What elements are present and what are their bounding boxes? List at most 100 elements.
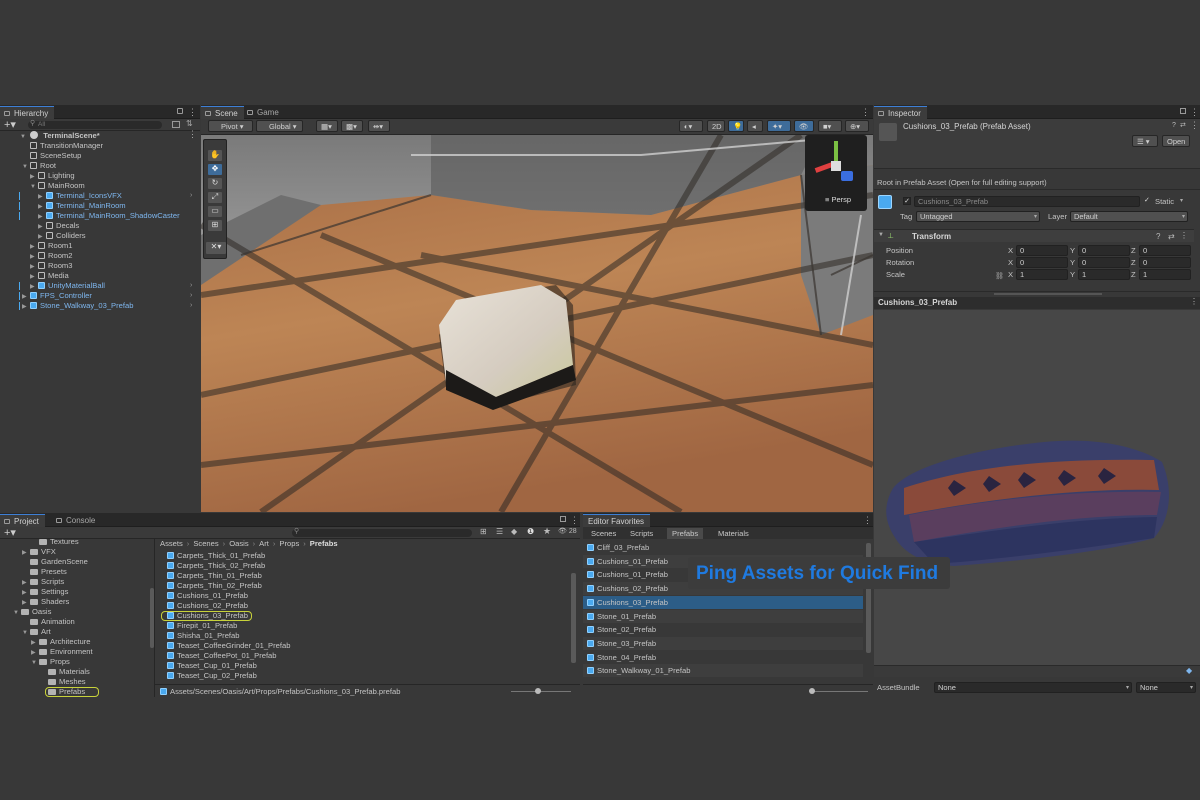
hierarchy-item[interactable]: ▶ UnityMaterialBall › — [0, 281, 200, 291]
hierarchy-item[interactable]: ▶ Room3 — [0, 261, 200, 271]
folder-item[interactable]: ▶ Scripts — [0, 577, 154, 587]
scene-more-icon[interactable]: ⋮ — [188, 129, 197, 139]
tab-game[interactable]: Game — [243, 106, 285, 119]
favorite-item[interactable]: Stone_04_Prefab — [583, 651, 863, 664]
more-icon[interactable]: ⋮ — [863, 515, 872, 526]
hidden-count-icon[interactable]: 👁 28 — [558, 527, 577, 535]
camera-settings-icon[interactable]: ■▾ — [818, 120, 842, 132]
tab-console[interactable]: Console — [52, 514, 101, 527]
breadcrumb-item[interactable]: Scenes — [193, 539, 218, 548]
favorite-item[interactable]: Stone_02_Prefab — [583, 623, 863, 636]
asset-item[interactable]: Carpets_Thick_02_Prefab — [158, 561, 576, 571]
label-tag-icon[interactable]: ◆ — [1186, 666, 1192, 675]
open-prefab-arrow-icon[interactable]: › — [190, 291, 192, 301]
asset-item[interactable]: Teaset_Cup_01_Prefab — [158, 661, 576, 671]
snap-increment-button[interactable]: ▩▾ — [341, 120, 363, 132]
hierarchy-item[interactable]: ▶ Terminal_IconsVFX › — [0, 191, 200, 201]
folder-item[interactable]: ▼ Props — [0, 657, 154, 667]
y-value-field[interactable]: 0 — [1078, 257, 1130, 268]
rotate-tool-icon[interactable]: ↻ — [208, 178, 222, 189]
favorite-item[interactable]: Stone_01_Prefab — [583, 609, 863, 623]
lock-icon[interactable] — [560, 516, 566, 522]
hierarchy-item[interactable]: ▶ Colliders — [0, 231, 200, 241]
open-prefab-arrow-icon[interactable]: › — [190, 191, 192, 201]
asset-item[interactable]: Firepit_01_Prefab — [158, 621, 576, 631]
label-icon[interactable]: ◆ — [511, 527, 517, 536]
scale-tool-icon[interactable]: ⤢ — [208, 192, 222, 203]
folder-item[interactable]: Textures — [0, 537, 154, 547]
favorites-subtab[interactable]: Materials — [713, 528, 754, 539]
more-icon[interactable]: ⋮ — [570, 515, 579, 526]
favorites-subtab[interactable]: Scenes — [586, 528, 621, 539]
asset-item[interactable]: Shisha_01_Prefab — [158, 631, 576, 641]
help-icon[interactable]: ? — [1156, 232, 1160, 241]
search-field[interactable]: ⚲ All — [28, 120, 162, 129]
menu-dropdown[interactable]: ☰ ▾ — [1132, 135, 1158, 147]
folder-item[interactable]: ▶ Architecture — [0, 637, 154, 647]
asset-item[interactable]: Teaset_CoffeePot_01_Prefab — [158, 651, 576, 661]
folder-item[interactable]: ▶ VFX — [0, 547, 154, 557]
effects-toggle-icon[interactable]: ✦▾ — [767, 120, 791, 132]
preset-icon[interactable]: ⇄ — [1168, 232, 1175, 241]
static-dropdown-icon[interactable]: ▾ — [1180, 197, 1183, 204]
preview-more-icon[interactable]: ⋮ — [1190, 297, 1198, 306]
orientation-gizmo[interactable]: ≡ Persp — [805, 135, 867, 211]
more-icon[interactable]: ⋮ — [188, 107, 197, 118]
align-button[interactable]: ⇹▾ — [368, 120, 390, 132]
z-value-field[interactable]: 0 — [1139, 245, 1191, 256]
active-checkbox[interactable]: ✓ — [903, 197, 911, 205]
scene-row[interactable]: ▼ TerminalScene* ⋮ — [0, 129, 200, 141]
favorite-item[interactable]: Stone_Walkway_01_Prefab — [583, 664, 863, 678]
zoom-slider-track[interactable] — [511, 691, 571, 692]
asset-scrollbar[interactable] — [571, 573, 576, 663]
lock-icon[interactable] — [177, 108, 183, 114]
tag-dropdown[interactable]: Untagged ▾ — [916, 211, 1040, 222]
x-value-field[interactable]: 1 — [1016, 269, 1068, 280]
zoom-slider-track[interactable] — [813, 691, 868, 692]
layer-dropdown[interactable]: Default ▾ — [1070, 211, 1188, 222]
static-checkbox[interactable]: ✓ — [1144, 197, 1152, 205]
folder-item[interactable]: Meshes — [0, 677, 154, 687]
asset-item[interactable]: Cushions_02_Prefab — [158, 601, 576, 611]
hierarchy-item[interactable]: ▶ Media — [0, 271, 200, 281]
persp-label[interactable]: ≡ Persp — [825, 195, 851, 204]
z-value-field[interactable]: 0 — [1139, 257, 1191, 268]
asset-item[interactable]: Carpets_Thin_02_Prefab — [158, 581, 576, 591]
axis-y-icon[interactable] — [834, 141, 838, 161]
folder-item[interactable]: ▼ Oasis — [0, 607, 154, 617]
scale-link-icon[interactable]: ⛓ — [995, 272, 1004, 280]
object-name-field[interactable]: Cushions_03_Prefab — [914, 196, 1140, 207]
folder-item[interactable]: Presets — [0, 567, 154, 577]
add-icon[interactable]: +▾ — [4, 118, 16, 131]
zoom-slider-handle[interactable] — [535, 688, 541, 694]
breadcrumb-item[interactable]: Prefabs — [310, 539, 338, 548]
favorites-subtab[interactable]: Scripts — [625, 528, 658, 539]
favorites-subtab[interactable]: Prefabs — [667, 528, 704, 539]
scene-visibility-icon[interactable] — [172, 121, 180, 128]
z-value-field[interactable]: 1 — [1139, 269, 1191, 280]
lighting-toggle-icon[interactable]: 💡 — [728, 120, 744, 132]
hierarchy-item[interactable]: ▶ Room1 — [0, 241, 200, 251]
search-field[interactable]: ⚲ — [292, 528, 472, 537]
audio-toggle-icon[interactable]: ◂ — [747, 120, 763, 132]
tab-inspector[interactable]: Inspector — [874, 106, 927, 119]
folder-item[interactable]: ▶ Settings — [0, 587, 154, 597]
hierarchy-item[interactable]: TransitionManager — [0, 141, 200, 151]
custom-tool-icon[interactable]: ✕▾ — [206, 242, 226, 254]
breadcrumb-item[interactable]: Props — [279, 539, 299, 548]
lock-icon[interactable] — [1180, 108, 1186, 114]
hierarchy-item[interactable]: ▶ Lighting — [0, 171, 200, 181]
folder-scrollbar[interactable] — [150, 588, 154, 648]
visibility-toggle-icon[interactable]: 👁 — [794, 120, 814, 132]
open-button[interactable]: Open — [1162, 135, 1190, 147]
axis-z-icon[interactable] — [841, 171, 853, 181]
hierarchy-item[interactable]: ▼ Root — [0, 161, 200, 171]
transform-header[interactable]: ▼ ⟂ Transform ? ⇄ ⋮ — [874, 229, 1194, 242]
rect-tool-icon[interactable]: ▭ — [208, 206, 222, 217]
asset-item[interactable]: Teaset_Cup_02_Prefab — [158, 671, 576, 681]
breadcrumb-item[interactable]: Assets — [160, 539, 183, 548]
help-icon[interactable]: ? — [1172, 122, 1176, 129]
hierarchy-item[interactable]: ▶ Terminal_MainRoom_ShadowCaster — [0, 211, 200, 221]
filter-icon[interactable]: ⇅ — [186, 119, 193, 128]
asset-item[interactable]: Carpets_Thick_01_Prefab — [158, 551, 576, 561]
